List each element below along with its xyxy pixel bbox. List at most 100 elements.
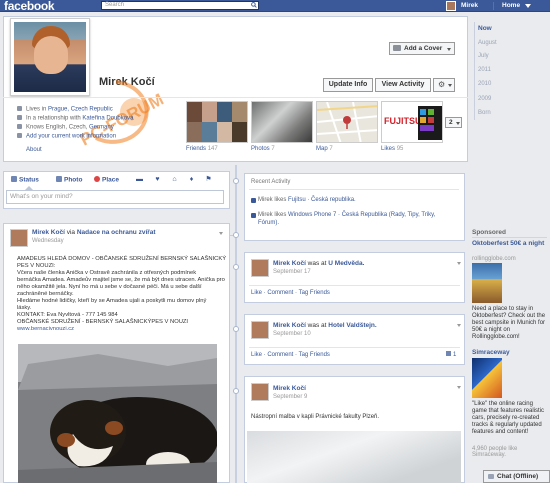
info-languages: Knows English, Czech, Germany xyxy=(17,124,114,132)
language-link[interactable]: Germany xyxy=(89,125,114,131)
post-url-link[interactable]: www.bernacivnouzi.cz xyxy=(17,326,217,333)
ad-text[interactable]: "Like" the online racing game that featu… xyxy=(472,401,548,436)
view-activity-button[interactable]: View Activity xyxy=(375,78,431,92)
post-header: Mirek Kočí was at U Medvěda. xyxy=(273,260,364,267)
post-photo[interactable] xyxy=(18,344,217,483)
ad-likes: 4,960 people like Simraceway. xyxy=(472,446,518,458)
author-link[interactable]: Mirek Kočí xyxy=(273,385,306,392)
work-icon[interactable]: ♦ xyxy=(188,176,195,183)
like-icon xyxy=(251,198,256,203)
tab-photo[interactable]: Photo xyxy=(56,176,82,184)
about-link[interactable]: About xyxy=(26,147,42,153)
map-thumbnail[interactable] xyxy=(316,101,378,143)
map-count: 7 xyxy=(329,146,333,152)
more-sections-button[interactable]: 2 xyxy=(445,117,462,128)
search-input[interactable]: Search xyxy=(101,1,259,10)
camera-icon xyxy=(393,45,401,51)
timeline-item[interactable]: Born xyxy=(478,110,491,116)
place-link[interactable]: U Medvěda. xyxy=(328,260,364,267)
account-menu-icon[interactable] xyxy=(525,4,531,8)
timeline-now[interactable]: Now xyxy=(478,25,492,32)
life-event-icon[interactable]: ▬ xyxy=(136,176,143,183)
chat-label: Chat (Offline) xyxy=(497,473,539,480)
chevron-down-icon[interactable] xyxy=(457,386,461,389)
text-line: lásky. xyxy=(17,305,32,311)
ad-headline[interactable]: Oktoberfest 50€ a night xyxy=(472,240,547,248)
timeline-item[interactable]: 2009 xyxy=(478,96,491,102)
post-date[interactable]: September 9 xyxy=(273,394,307,400)
photos-label[interactable]: Photos 7 xyxy=(251,146,275,152)
post-date[interactable]: September 10 xyxy=(273,331,311,337)
post-photo[interactable] xyxy=(247,431,461,483)
text-line: bernáčka Amadea. Amadeův majitel jsme se… xyxy=(17,277,225,283)
tab-place[interactable]: Place xyxy=(94,176,119,184)
info-work: Add your current work information xyxy=(17,133,116,141)
location-link[interactable]: Prague, Czech Republic xyxy=(48,107,113,113)
info-text: Knows English, Czech, xyxy=(26,124,90,131)
chevron-down-icon[interactable] xyxy=(457,324,461,327)
photos-thumbnail[interactable] xyxy=(251,101,313,143)
ad-headline[interactable]: Simraceway xyxy=(472,349,547,357)
add-cover-button[interactable]: Add a Cover xyxy=(389,42,455,55)
tab-status[interactable]: Status xyxy=(11,176,39,184)
friends-thumbnail[interactable] xyxy=(186,101,248,143)
chevron-down-icon[interactable] xyxy=(457,262,461,265)
likes-text: Likes xyxy=(381,146,396,152)
chevron-down-icon[interactable] xyxy=(219,232,223,235)
profile-name[interactable]: Mirek Kočí xyxy=(99,76,155,88)
place-link[interactable]: Hotel Valdštejn. xyxy=(328,322,376,329)
checkin-text: was at xyxy=(305,322,329,329)
search-icon[interactable] xyxy=(251,2,257,8)
text-line: PES V NOUZI: xyxy=(17,263,56,269)
ad-image[interactable] xyxy=(472,358,502,398)
page-link[interactable]: Nadace na ochranu zvířat xyxy=(77,229,156,236)
post-date[interactable]: September 17 xyxy=(273,269,311,275)
add-work-link[interactable]: Add your current work information xyxy=(26,134,116,140)
heart-icon[interactable]: ♥ xyxy=(154,176,161,183)
timeline-item[interactable]: 2011 xyxy=(478,67,491,73)
post-text: AMADEUS HLEDÁ DOMOV - OBČANSKÉ SDRUŽENÍ … xyxy=(17,256,226,333)
likes-thumbnail[interactable]: FUJITSU xyxy=(381,101,443,143)
timeline-item[interactable]: July xyxy=(478,53,489,59)
profile-picture[interactable] xyxy=(10,18,90,96)
ad-text[interactable]: Need a place to stay in Oktoberfest? Che… xyxy=(472,306,548,341)
home-icon[interactable]: ⌂ xyxy=(171,176,178,183)
friends-label[interactable]: Friends 147 xyxy=(186,146,218,152)
settings-button[interactable]: ⚙ xyxy=(433,78,455,92)
post-date[interactable]: Wednesday xyxy=(32,238,64,244)
author-link[interactable]: Mirek Kočí xyxy=(32,229,65,236)
chat-button[interactable]: Chat (Offline) xyxy=(483,470,550,483)
avatar[interactable] xyxy=(10,229,28,247)
author-link[interactable]: Mirek Kočí xyxy=(273,322,306,329)
flag-icon[interactable]: ⚑ xyxy=(205,176,212,183)
status-input[interactable]: What's on your mind? xyxy=(6,190,224,204)
profile-link[interactable]: Mirek xyxy=(461,2,478,9)
avatar[interactable] xyxy=(251,383,269,401)
map-label[interactable]: Map 7 xyxy=(316,146,333,152)
post-actions[interactable]: Like · Comment · Tag Friends xyxy=(251,352,330,358)
home-link[interactable]: Home xyxy=(502,2,520,9)
ad-image[interactable] xyxy=(472,263,502,303)
avatar[interactable] xyxy=(251,321,269,339)
activity-link[interactable]: Fujitsu · Česká republika. xyxy=(288,197,356,203)
post-actions[interactable]: Like · Comment · Tag Friends xyxy=(251,290,330,296)
timeline-item[interactable]: 2010 xyxy=(478,81,491,87)
sponsored-title: Sponsored xyxy=(472,229,506,236)
like-count[interactable]: 1 xyxy=(446,351,456,358)
likes-label[interactable]: Likes 95 xyxy=(381,146,403,152)
partner-link[interactable]: Kateřina Doubková xyxy=(82,116,133,122)
update-info-button[interactable]: Update Info xyxy=(323,78,373,92)
tab-photo-label: Photo xyxy=(64,176,83,184)
timeline-item[interactable]: August xyxy=(478,40,497,46)
timeline-spine xyxy=(235,165,237,483)
author-link[interactable]: Mirek Kočí xyxy=(273,260,306,267)
photo-icon xyxy=(56,176,62,182)
avatar[interactable] xyxy=(251,259,269,277)
timeline-dot xyxy=(233,264,239,270)
user-avatar[interactable] xyxy=(446,1,456,11)
timeline-dot xyxy=(233,326,239,332)
post-header: Mirek Kočí was at Hotel Valdštejn. xyxy=(273,322,377,329)
facebook-logo[interactable]: facebook xyxy=(4,0,55,13)
text-line: zachráněné bernáčky. xyxy=(17,291,74,297)
ad-domain[interactable]: rollingglobe.com xyxy=(472,256,516,262)
